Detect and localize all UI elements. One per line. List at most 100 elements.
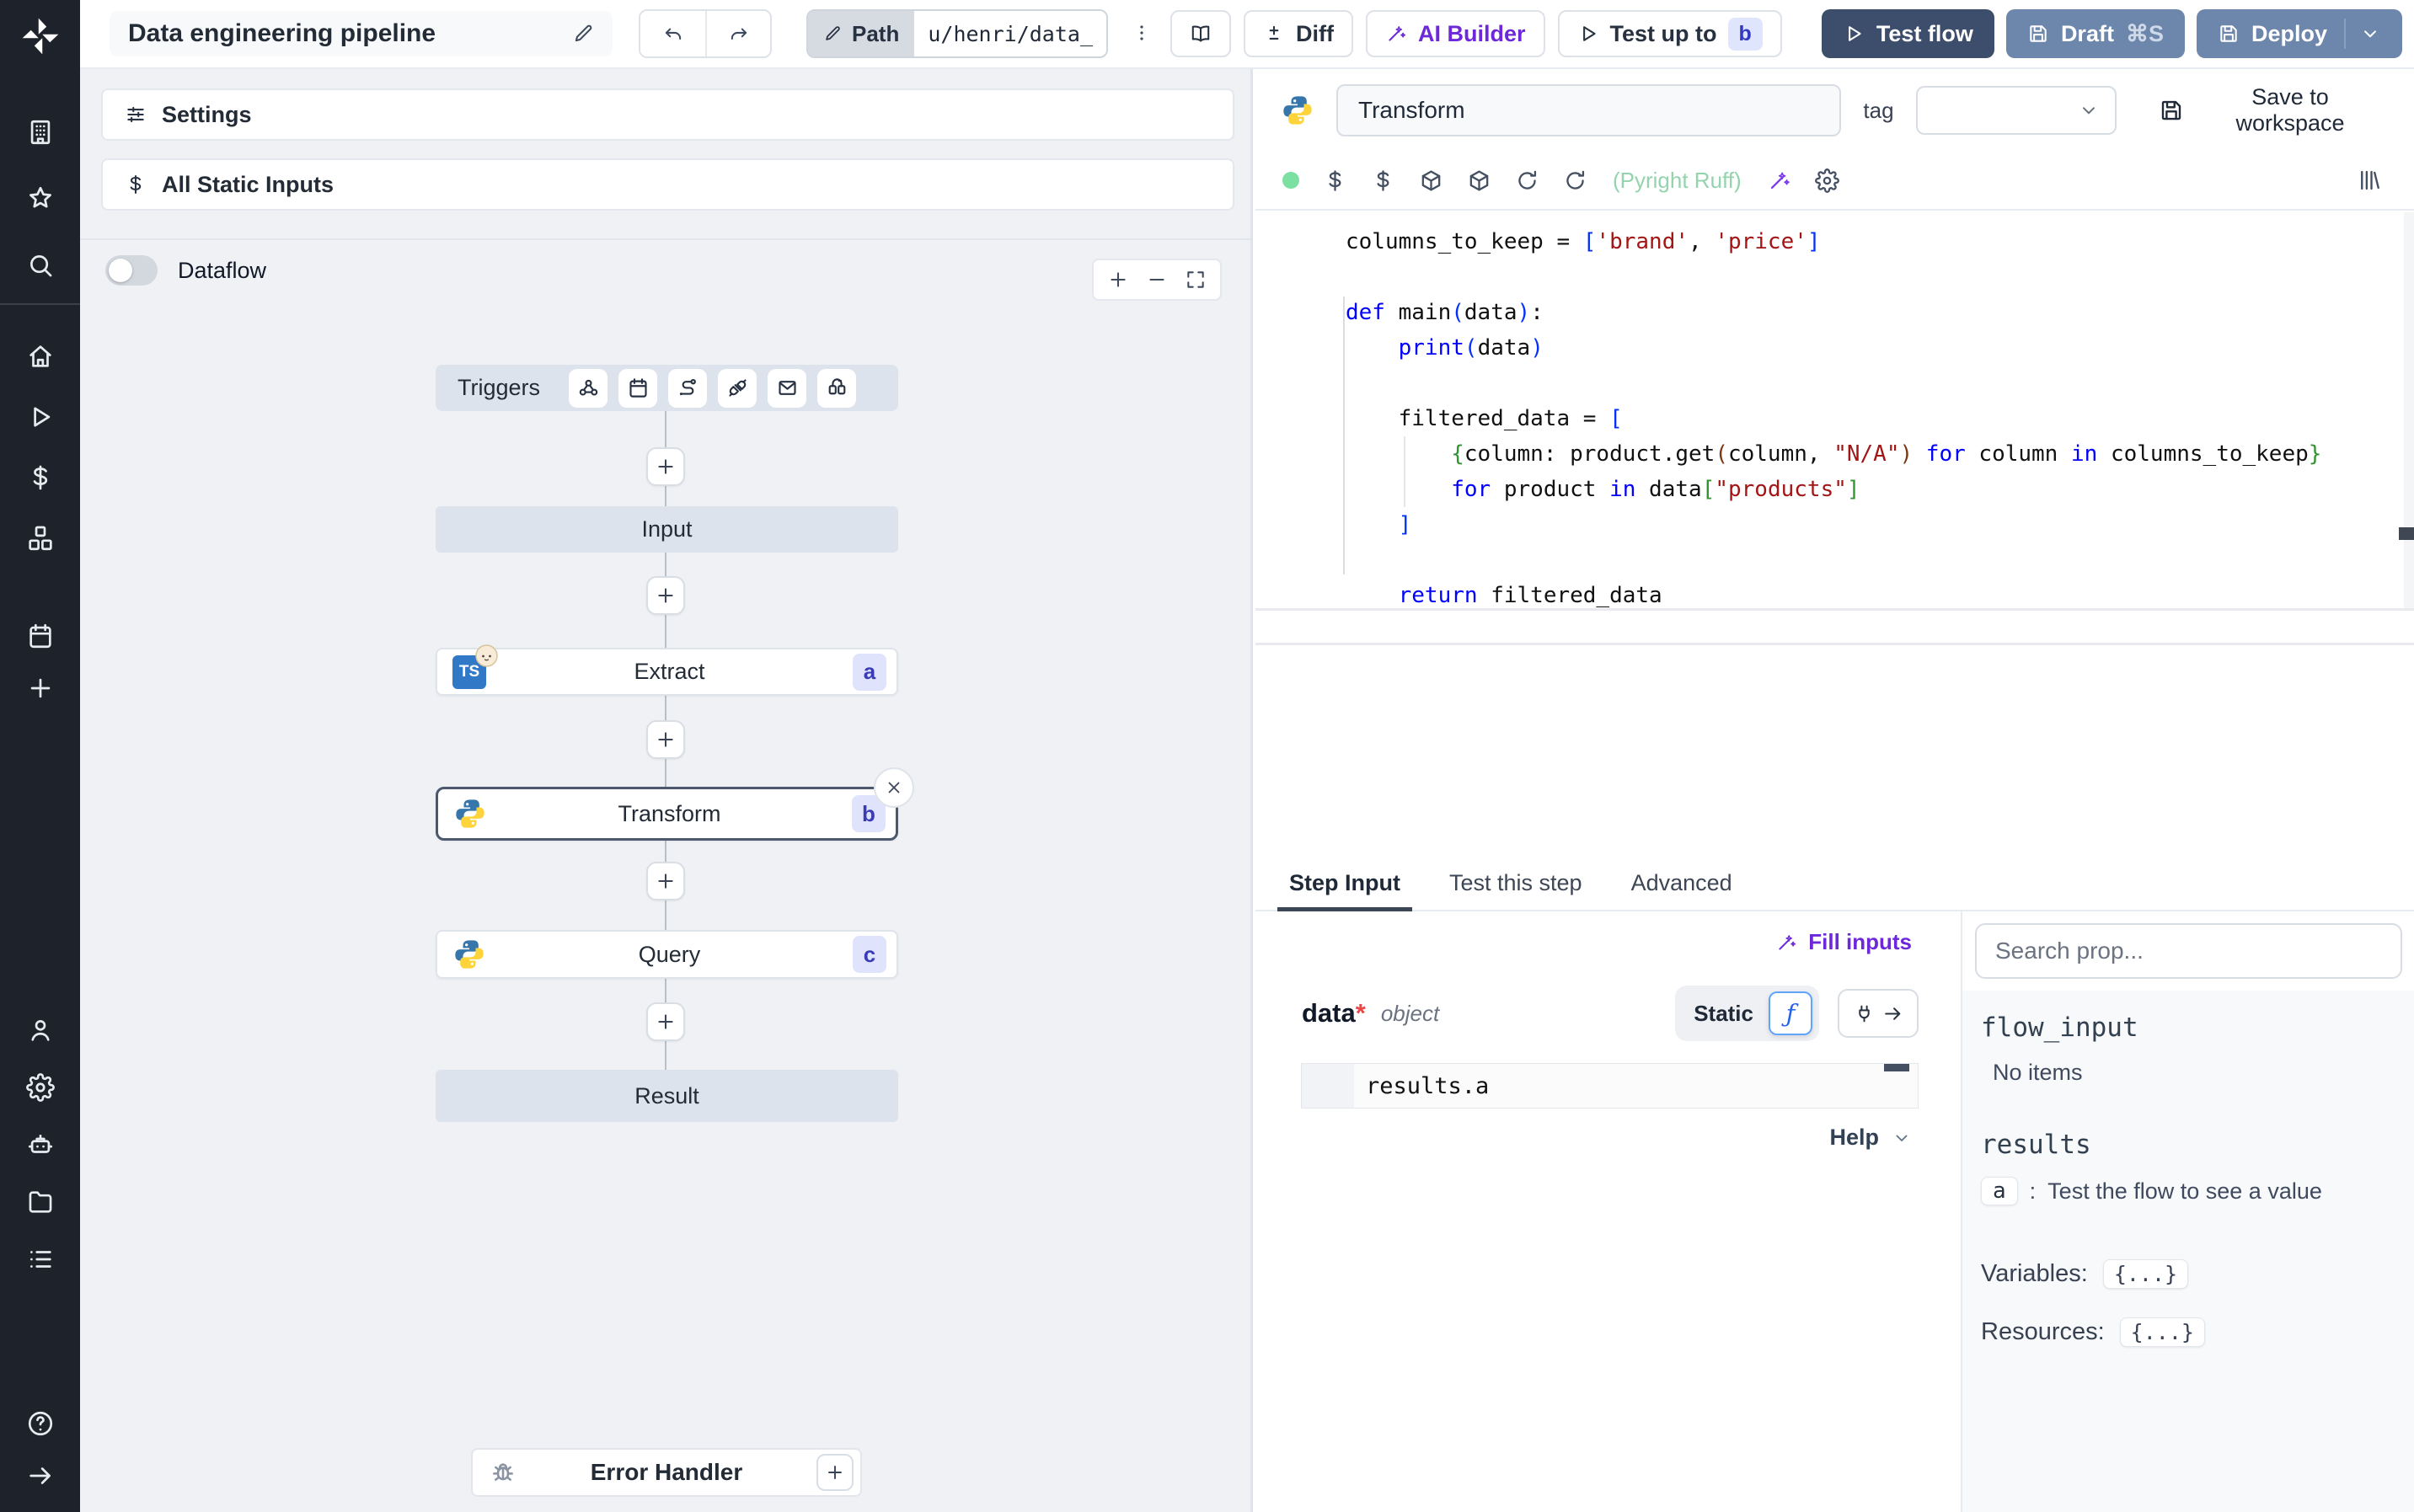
path-edit-segment[interactable]: Path [808,11,915,56]
zoom-out-button[interactable] [1146,269,1168,291]
cubes-icon[interactable] [26,524,55,553]
code-line[interactable]: for product in data["products"] [1346,472,2394,507]
add-step-button[interactable] [646,1002,685,1041]
fill-inputs-button[interactable]: Fill inputs [1770,928,1917,956]
building-icon[interactable] [26,118,55,147]
code-line[interactable] [1346,542,2394,578]
panel-resize-handle[interactable] [2399,527,2414,540]
refresh-icon[interactable] [1563,168,1587,193]
connect-input-button[interactable] [1838,989,1919,1038]
arrow-right-icon[interactable] [26,1461,55,1490]
code-line[interactable]: print(data) [1346,330,2394,366]
code-line[interactable]: filtered_data = [ [1346,401,2394,436]
input-node[interactable]: Input [436,506,898,553]
gear-icon[interactable] [25,1073,55,1102]
step-node-query[interactable]: Query c [436,930,898,979]
code-line[interactable] [1346,259,2394,295]
code-line[interactable]: columns_to_keep = ['brand', 'price'] [1346,224,2394,259]
flow-input-section-title[interactable]: flow_input [1981,1012,2397,1043]
add-step-button[interactable] [646,862,685,900]
path-value[interactable]: u/henri/data_ [914,11,1107,56]
resources-chip[interactable]: {...} [2119,1317,2205,1347]
calendar-icon[interactable] [618,368,658,408]
code-line[interactable]: def main(data): [1346,295,2394,330]
results-section-title[interactable]: results [1981,1130,2397,1160]
code-line[interactable] [1346,366,2394,401]
calendar-icon[interactable] [26,622,55,650]
route-icon[interactable] [668,368,708,408]
deploy-button[interactable]: Deploy [2196,9,2402,58]
expression-mode-option[interactable]: ƒ [1769,991,1812,1035]
redo-button[interactable] [705,11,770,56]
list-icon[interactable] [26,1245,55,1274]
variables-chip[interactable]: {...} [2102,1259,2189,1289]
code-line[interactable]: ] [1346,507,2394,542]
user-icon[interactable] [26,1016,55,1045]
zoom-in-button[interactable] [1107,269,1129,291]
help-dropdown[interactable]: Help [1824,1124,1917,1151]
error-handler-node[interactable]: Error Handler [471,1448,862,1497]
poll-icon[interactable] [817,368,857,408]
add-step-button[interactable] [646,447,685,486]
dollar-icon[interactable] [1323,168,1347,193]
code-content[interactable]: columns_to_keep = ['brand', 'price'] def… [1346,224,2394,613]
mail-icon[interactable] [768,368,807,408]
save-to-workspace-button[interactable]: Save to workspace [2154,83,2389,137]
flow-settings-button[interactable]: Settings [101,88,1234,141]
test-up-to-button[interactable]: Test up to b [1557,10,1782,57]
help-icon[interactable] [26,1409,55,1438]
remove-step-button[interactable] [874,767,914,808]
package-icon[interactable] [1467,168,1491,193]
triggers-bar[interactable]: Triggers [436,365,898,411]
result-node[interactable]: Result [436,1070,898,1122]
add-step-button[interactable] [646,576,685,615]
folder-icon[interactable] [26,1188,55,1216]
diff-button[interactable]: Diff [1244,10,1353,57]
draft-button[interactable]: Draft ⌘S [2005,9,2185,58]
path-button[interactable]: Path u/henri/data_ [806,9,1109,58]
refresh-icon[interactable] [1515,168,1539,193]
static-mode-option[interactable]: Static [1694,1001,1753,1027]
star-icon[interactable] [26,184,55,213]
package-icon[interactable] [1419,168,1443,193]
add-error-handler-button[interactable] [816,1454,854,1491]
step-node-transform-selected[interactable]: Transform b [436,767,914,841]
plug-icon[interactable] [718,368,757,408]
webhook-icon[interactable] [569,368,608,408]
code-line[interactable]: {column: product.get(column, "N/A") for … [1346,436,2394,472]
windmill-logo[interactable] [18,13,63,59]
expression-editor[interactable]: results.a [1301,1063,1919,1109]
step-name-input[interactable] [1336,84,1842,136]
prop-search-input[interactable] [1975,923,2402,979]
edit-title-icon[interactable] [572,23,594,45]
plus-icon[interactable] [26,674,55,703]
ai-builder-button[interactable]: AI Builder [1366,10,1545,57]
add-step-button[interactable] [646,720,685,759]
code-editor[interactable]: columns_to_keep = ['brand', 'price'] def… [1255,212,2414,608]
undo-button[interactable] [640,11,705,56]
fit-view-button[interactable] [1185,269,1207,291]
tab-step-input[interactable]: Step Input [1277,870,1412,911]
step-node-extract[interactable]: TS Extract a [436,644,898,696]
home-icon[interactable] [26,342,55,371]
dollar-icon[interactable] [1371,168,1395,193]
editor-scrollbar[interactable] [2404,212,2414,608]
more-options-button[interactable] [1126,17,1158,51]
gear-icon[interactable] [1814,168,1839,193]
library-icon[interactable] [2352,167,2387,194]
wand-icon[interactable] [1767,168,1791,193]
chevron-down-icon[interactable] [2359,23,2381,45]
tab-advanced[interactable]: Advanced [1631,870,1732,910]
play-icon[interactable] [26,403,55,431]
dollar-icon[interactable] [26,463,55,492]
test-flow-button[interactable]: Test flow [1821,9,1994,58]
search-icon[interactable] [26,251,55,280]
docs-button[interactable] [1170,10,1232,57]
expression-value[interactable]: results.a [1354,1073,1489,1099]
robot-icon[interactable] [26,1130,55,1159]
all-static-inputs-button[interactable]: All Static Inputs [101,158,1234,211]
tag-select[interactable] [1915,86,2117,135]
tab-test-this-step[interactable]: Test this step [1449,870,1582,910]
dataflow-toggle[interactable] [105,255,158,286]
result-key-chip[interactable]: a [1981,1177,2018,1205]
